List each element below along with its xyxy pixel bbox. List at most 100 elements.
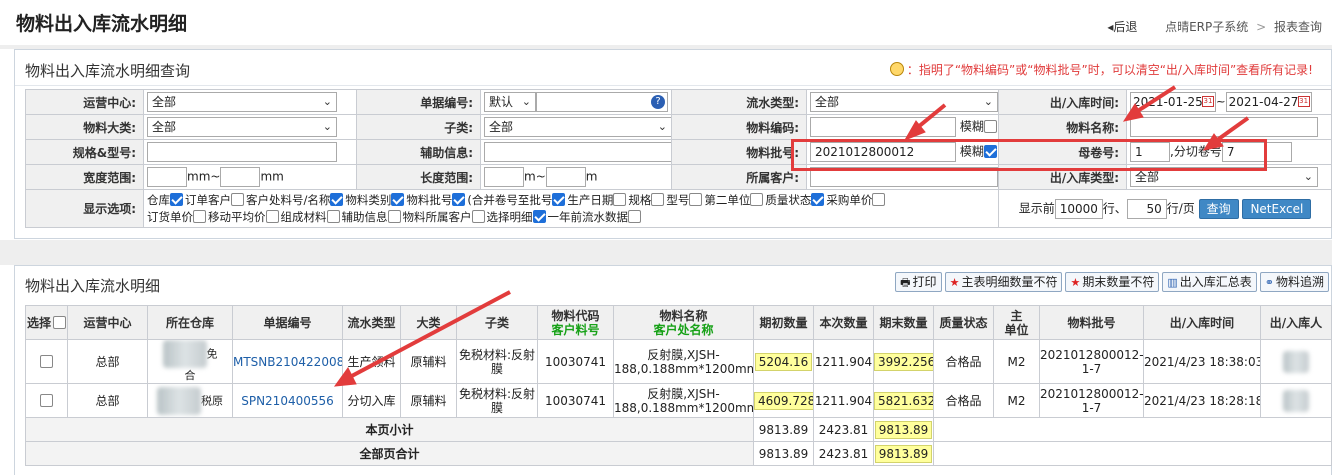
display-option[interactable]: 物料批号 xyxy=(406,192,466,207)
col-unit[interactable]: 主单位 xyxy=(993,305,1040,340)
display-option[interactable]: 组成材料 xyxy=(281,209,340,224)
width-from-input[interactable] xyxy=(147,167,187,187)
show-count-input[interactable]: 10000 xyxy=(1054,198,1103,219)
display-option-checkbox[interactable] xyxy=(170,192,183,206)
display-option[interactable]: (合并卷号至批号 xyxy=(467,192,566,207)
display-option[interactable]: 移动平均价 xyxy=(208,209,279,224)
category-select[interactable]: 全部 ⌄ xyxy=(147,117,337,137)
aux-input[interactable] xyxy=(484,142,671,162)
length-from-input[interactable] xyxy=(484,167,524,187)
display-option[interactable]: 质量状态 xyxy=(765,192,825,207)
col-quality[interactable]: 质量状态 xyxy=(933,305,994,340)
col-center[interactable]: 运营中心 xyxy=(67,305,148,340)
spec-input[interactable] xyxy=(147,142,337,162)
help-icon[interactable]: ? xyxy=(651,95,665,109)
time-from-input[interactable]: 2021-01-25 31 xyxy=(1130,92,1216,112)
select-all-checkbox[interactable] xyxy=(53,315,66,329)
breadcrumb-erp[interactable]: 点晴ERP子系统 xyxy=(1165,20,1248,34)
col-qty-this[interactable]: 本次数量 xyxy=(813,305,874,340)
display-option[interactable]: 第二单位 xyxy=(704,192,764,207)
display-option-checkbox[interactable] xyxy=(387,209,401,223)
docno-mode-select[interactable]: 默认 ⌄ xyxy=(484,92,536,112)
display-option-checkbox[interactable] xyxy=(613,192,627,206)
material-name-input[interactable] xyxy=(1130,117,1318,137)
netexcel-button[interactable]: NetExcel xyxy=(1242,198,1312,219)
back-link[interactable]: ◂后退 xyxy=(1107,20,1137,34)
table-row[interactable]: 总部免 合 MTSNB210422008 生产领料 原辅料 免税材料:反射膜 100307… xyxy=(25,339,1332,384)
display-option[interactable]: 仓库 xyxy=(147,192,183,207)
display-option-checkbox[interactable] xyxy=(326,209,340,223)
material-code-input[interactable] xyxy=(810,117,956,137)
display-option[interactable]: 辅助信息 xyxy=(342,209,401,224)
per-page-input[interactable]: 50 xyxy=(1126,198,1167,219)
display-option[interactable]: 型号 xyxy=(666,192,703,207)
display-option-checkbox[interactable] xyxy=(750,192,764,206)
display-option-checkbox[interactable] xyxy=(532,209,546,223)
batch-input[interactable]: 2021012800012 xyxy=(810,142,956,162)
display-option-checkbox[interactable] xyxy=(628,209,641,223)
display-option[interactable]: 一年前流水数据 xyxy=(548,209,641,224)
display-option[interactable]: 客户处料号/名称 xyxy=(246,192,344,207)
calendar-icon[interactable]: 31 xyxy=(1202,96,1214,107)
col-cat[interactable]: 大类 xyxy=(400,305,457,340)
print-button[interactable]: 🖶 打印 xyxy=(895,272,942,292)
end-qty-mismatch-button[interactable]: ★ 期末数量不符 xyxy=(1065,272,1160,292)
calendar-icon[interactable]: 31 xyxy=(1297,96,1310,107)
col-code[interactable]: 物料代码 客户料号 xyxy=(537,305,614,340)
display-option-checkbox[interactable] xyxy=(391,192,405,206)
col-batch[interactable]: 物料批号 xyxy=(1039,305,1144,340)
display-option-checkbox[interactable] xyxy=(811,192,825,206)
col-qty-end[interactable]: 期末数量 xyxy=(873,305,934,340)
width-to-input[interactable] xyxy=(220,167,261,187)
display-option-checkbox[interactable] xyxy=(193,209,206,223)
display-option[interactable]: 订单客户 xyxy=(185,192,244,207)
cut-roll-input[interactable]: 7 xyxy=(1221,142,1292,162)
col-docno[interactable]: 单据编号 xyxy=(232,305,343,340)
row-checkbox[interactable] xyxy=(40,393,53,407)
col-warehouse[interactable]: 所在仓库 xyxy=(147,305,233,340)
length-to-input[interactable] xyxy=(545,167,586,187)
display-option-checkbox[interactable] xyxy=(452,192,466,206)
display-option-checkbox[interactable] xyxy=(265,209,279,223)
io-summary-button[interactable]: ▥ 出入库汇总表 xyxy=(1162,272,1257,292)
customer-input[interactable] xyxy=(810,167,998,187)
display-option[interactable]: 物料类别 xyxy=(345,192,405,207)
time-to-input[interactable]: 2021-04-27 31 xyxy=(1225,92,1312,112)
col-subcat[interactable]: 子类 xyxy=(456,305,538,340)
display-option-checkbox[interactable] xyxy=(471,209,485,223)
code-fuzzy-checkbox[interactable] xyxy=(983,119,997,133)
display-option[interactable]: 采购单价 xyxy=(826,192,886,207)
display-option[interactable]: 生产日期 xyxy=(567,192,627,207)
trace-button[interactable]: ⚭ 物料追溯 xyxy=(1259,272,1329,292)
cell-docno[interactable]: SPN210400556 xyxy=(232,383,343,418)
parent-roll-input[interactable]: 1 xyxy=(1130,142,1170,162)
display-option-checkbox[interactable] xyxy=(689,192,703,206)
iotype-select[interactable]: 全部 ⌄ xyxy=(1130,167,1318,187)
query-button[interactable]: 查询 xyxy=(1198,198,1239,219)
col-qty-begin[interactable]: 期初数量 xyxy=(753,305,814,340)
center-select[interactable]: 全部 ⌄ xyxy=(147,92,337,112)
batch-fuzzy-checkbox[interactable] xyxy=(983,144,997,158)
col-operator[interactable]: 出/入库人 xyxy=(1260,305,1332,340)
breadcrumb-report[interactable]: 报表查询 xyxy=(1274,20,1322,34)
subcategory-select[interactable]: 全部 ⌄ xyxy=(484,117,671,137)
detail-mismatch-button[interactable]: ★ 主表明细数量不符 xyxy=(944,272,1063,292)
display-option-checkbox[interactable] xyxy=(651,192,665,206)
all-total-row-label: 全部页合计 xyxy=(25,441,754,466)
display-option-checkbox[interactable] xyxy=(872,192,886,206)
row-checkbox[interactable] xyxy=(40,354,53,368)
display-option-checkbox[interactable] xyxy=(552,192,566,206)
display-option[interactable]: 规格 xyxy=(628,192,665,207)
col-name[interactable]: 物料名称 客户处名称 xyxy=(613,305,754,340)
display-option[interactable]: 订货单价 xyxy=(147,209,206,224)
flowtype-select[interactable]: 全部 ⌄ xyxy=(810,92,998,112)
display-option-checkbox[interactable] xyxy=(231,192,244,206)
col-iotime[interactable]: 出/入库时间 xyxy=(1143,305,1261,340)
cell-docno[interactable]: MTSNB210422008 xyxy=(232,339,343,384)
display-option[interactable]: 选择明细 xyxy=(487,209,546,224)
table-row[interactable]: 总部 税原 SPN210400556 分切入库 原辅料 免税材料:反射膜 10030741 反… xyxy=(25,383,1332,418)
display-option[interactable]: 物料所属客户 xyxy=(403,209,485,224)
docno-input[interactable]: ? xyxy=(536,92,668,112)
col-flowtype[interactable]: 流水类型 xyxy=(342,305,401,340)
display-option-checkbox[interactable] xyxy=(330,192,344,206)
